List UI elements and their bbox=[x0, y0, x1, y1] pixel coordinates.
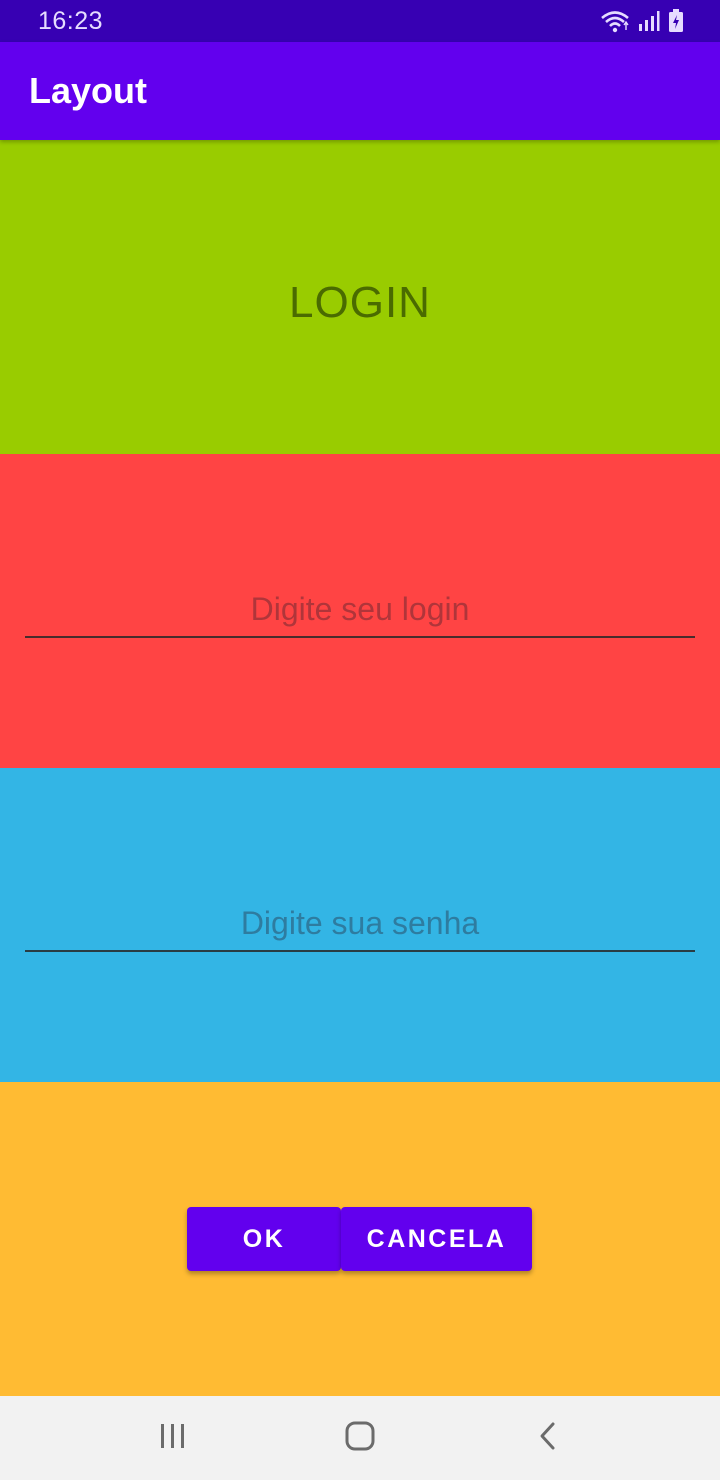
recents-icon bbox=[158, 1422, 188, 1455]
login-input[interactable] bbox=[25, 582, 695, 638]
signal-icon bbox=[638, 10, 660, 32]
password-input[interactable] bbox=[25, 896, 695, 952]
button-row: OK CANCELA bbox=[187, 1207, 532, 1271]
battery-icon bbox=[668, 9, 684, 33]
recents-button[interactable] bbox=[133, 1410, 213, 1466]
password-input-section bbox=[0, 768, 720, 1082]
status-icons bbox=[600, 9, 684, 33]
back-button[interactable] bbox=[508, 1410, 588, 1466]
ok-button[interactable]: OK bbox=[187, 1207, 341, 1271]
cancel-button[interactable]: CANCELA bbox=[341, 1207, 532, 1271]
login-heading: LOGIN bbox=[289, 278, 431, 327]
navigation-bar bbox=[0, 1396, 720, 1480]
home-icon bbox=[344, 1420, 376, 1457]
buttons-section: OK CANCELA bbox=[0, 1082, 720, 1396]
login-header-section: LOGIN bbox=[0, 140, 720, 454]
app-bar: Layout bbox=[0, 42, 720, 140]
status-bar: 16:23 bbox=[0, 0, 720, 42]
wifi-icon bbox=[600, 9, 630, 33]
back-icon bbox=[538, 1421, 558, 1456]
app-title: Layout bbox=[29, 70, 148, 111]
home-button[interactable] bbox=[320, 1410, 400, 1466]
login-input-section bbox=[0, 454, 720, 768]
status-time: 16:23 bbox=[38, 6, 104, 35]
